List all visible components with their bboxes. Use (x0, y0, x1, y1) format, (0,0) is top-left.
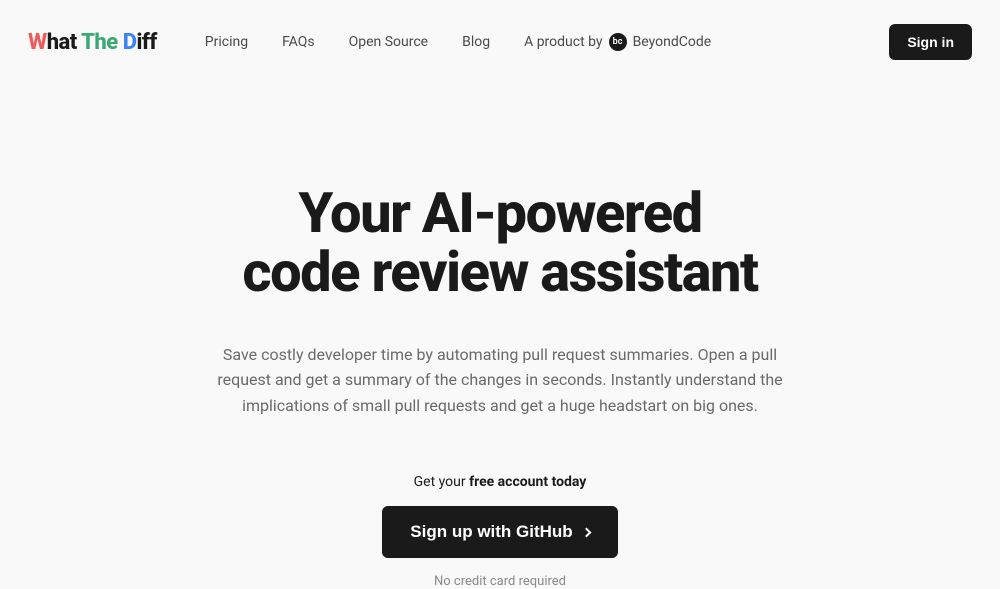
logo-letter-d: D (123, 30, 137, 55)
signup-github-button[interactable]: Sign up with GitHub (382, 506, 617, 558)
product-by-text: A product by (524, 34, 602, 50)
header: What The Diff Pricing FAQs Open Source B… (0, 0, 1000, 84)
main-nav: Pricing FAQs Open Source Blog A product … (205, 33, 711, 51)
no-card-text: No credit card required (100, 574, 900, 589)
logo-letters-iff: iff (136, 30, 156, 55)
cta-prompt: Get your free account today (100, 474, 900, 490)
signin-button[interactable]: Sign in (889, 24, 972, 60)
hero-title: Your AI-powered code review assistant (100, 184, 900, 302)
beyondcode-icon: bc (609, 33, 627, 51)
nav-pricing[interactable]: Pricing (205, 34, 248, 50)
logo-word-the: The (77, 30, 123, 55)
nav-blog[interactable]: Blog (462, 34, 490, 50)
logo-letter-w: W (28, 30, 47, 55)
hero-subtitle: Save costly developer time by automating… (200, 342, 800, 419)
hero-section: Your AI-powered code review assistant Sa… (100, 84, 900, 589)
nav-faqs[interactable]: FAQs (282, 34, 315, 50)
cta-prompt-prefix: Get your (414, 474, 469, 490)
nav-open-source[interactable]: Open Source (349, 34, 429, 50)
cta-prompt-bold: free account today (469, 474, 586, 490)
github-button-label: Sign up with GitHub (410, 522, 572, 542)
hero-title-line1: Your AI-powered (298, 180, 701, 246)
logo-letters-hat: hat (47, 30, 77, 55)
chevron-right-icon (581, 527, 591, 537)
cta-section: Get your free account today Sign up with… (100, 474, 900, 589)
beyondcode-text: BeyondCode (633, 34, 712, 50)
header-left: What The Diff Pricing FAQs Open Source B… (28, 30, 711, 55)
product-by-link[interactable]: A product by bc BeyondCode (524, 33, 711, 51)
hero-title-line2: code review assistant (242, 239, 757, 305)
logo[interactable]: What The Diff (28, 30, 157, 55)
